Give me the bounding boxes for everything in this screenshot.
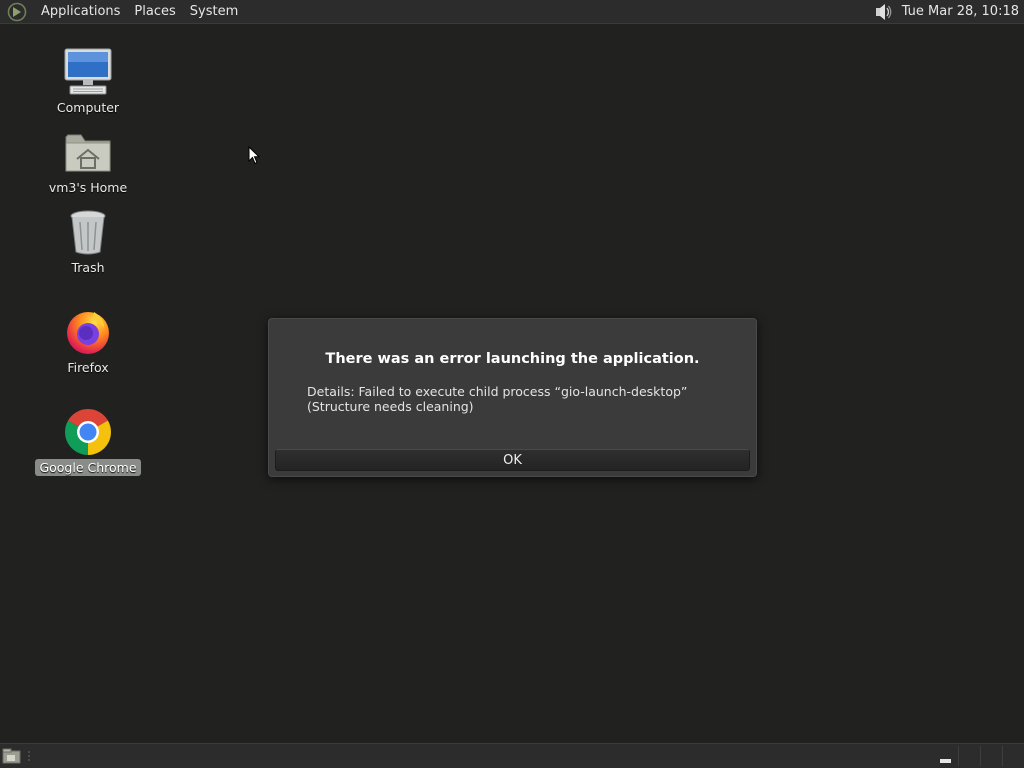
desktop[interactable]: Applications Places System Tue Mar 28, 1… [0,0,1024,768]
window-list-icon[interactable] [938,751,954,763]
dialog-title: There was an error launching the applica… [325,351,700,367]
desktop-icon-label: Computer [56,100,120,115]
desktop-icon-home[interactable]: vm3's Home [33,126,143,196]
computer-icon [62,46,114,98]
firefox-icon [62,306,114,358]
chrome-icon [62,406,114,458]
desktop-icon-label: vm3's Home [48,180,128,195]
desktop-icon-label: Google Chrome [35,459,141,476]
volume-icon[interactable] [870,1,896,23]
top-panel: Applications Places System Tue Mar 28, 1… [0,0,1024,24]
clock[interactable]: Tue Mar 28, 10:18 [902,4,1024,19]
workspace-2[interactable] [980,746,1000,766]
workspace-1[interactable] [958,746,978,766]
desktop-icon-label: Firefox [67,360,109,375]
dialog-details: Details: Failed to execute child process… [307,384,688,414]
menu-system[interactable]: System [183,1,245,23]
desktop-icon-label: Trash [71,260,105,275]
error-dialog: There was an error launching the applica… [268,318,757,477]
desktop-icon-computer[interactable]: Computer [33,46,143,116]
mate-logo-icon[interactable] [6,1,28,23]
desktop-icon-firefox[interactable]: Firefox [33,306,143,376]
panel-grip-icon[interactable] [26,749,32,763]
desktop-icon-trash[interactable]: Trash [33,206,143,276]
menu-places[interactable]: Places [127,1,182,23]
mouse-cursor-icon [248,145,262,166]
home-folder-icon [62,126,114,178]
trash-icon [62,206,114,258]
bottom-panel [0,743,1024,768]
desktop-icon-chrome[interactable]: Google Chrome [33,406,143,476]
show-desktop-icon[interactable] [2,747,22,765]
ok-button[interactable]: OK [275,449,750,471]
workspace-3[interactable] [1002,746,1022,766]
menu-applications[interactable]: Applications [34,1,127,23]
